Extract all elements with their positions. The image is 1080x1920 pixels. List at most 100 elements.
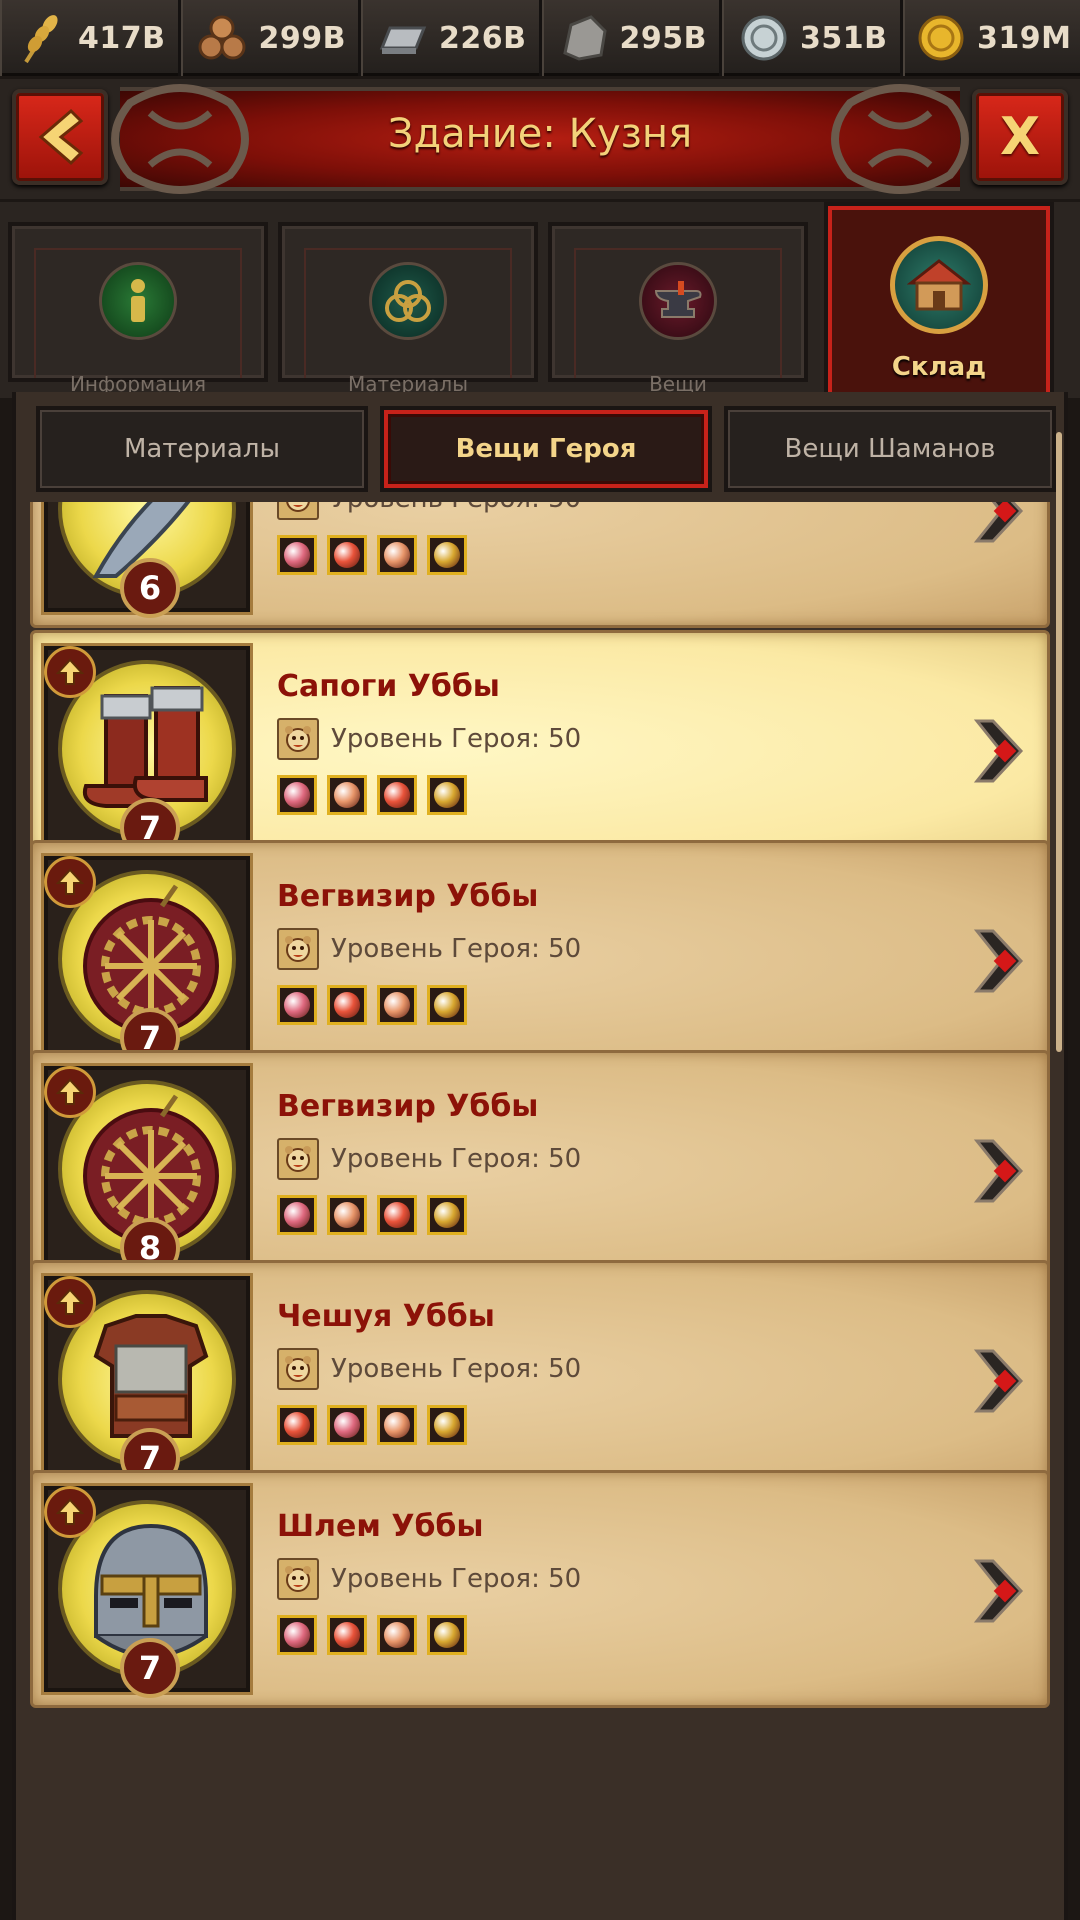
subtab-materials[interactable]: Материалы — [36, 406, 368, 492]
stone-icon — [556, 10, 612, 66]
resource-wood[interactable]: 299B — [180, 0, 361, 76]
hero-face-icon — [277, 1138, 319, 1180]
gem-icon — [334, 1622, 360, 1648]
gem-icon — [384, 1202, 410, 1228]
gem-slot — [377, 1195, 417, 1235]
resource-value: 417B — [78, 20, 166, 56]
subtab-label: Вещи Героя — [455, 434, 637, 464]
gem-icon — [334, 782, 360, 808]
gem-icon — [284, 782, 310, 808]
tab-label: Склад — [891, 352, 987, 382]
gem-icon — [284, 1622, 310, 1648]
requirement-text: Уровень Героя: 50 — [331, 502, 581, 514]
gem-icon — [284, 992, 310, 1018]
subtab-label: Вещи Шаманов — [784, 434, 996, 464]
chevron-right-icon[interactable] — [971, 1555, 1027, 1627]
gem-slot — [277, 775, 317, 815]
item-icon-frame[interactable]: 8 — [41, 1063, 253, 1278]
page-title: Здание: Кузня — [387, 111, 693, 157]
gem-slot — [427, 535, 467, 575]
gem-icon — [384, 992, 410, 1018]
item-icon-frame[interactable]: 7 — [41, 1483, 253, 1698]
resource-value: 319M — [977, 20, 1072, 56]
resource-wheat[interactable]: 417B — [0, 0, 181, 76]
tab-materials[interactable]: Материалы — [278, 222, 538, 396]
upgrade-arrow-icon — [44, 646, 96, 698]
gem-slots — [277, 1615, 467, 1655]
item-icon-frame[interactable]: 7 — [41, 1273, 253, 1488]
resource-gold[interactable]: 319M — [902, 0, 1080, 76]
item-icon-frame[interactable]: 6 — [41, 502, 253, 618]
tab-items[interactable]: Вещи — [548, 222, 808, 396]
gem-slot — [277, 1405, 317, 1445]
gem-icon — [284, 1412, 310, 1438]
requirement-text: Уровень Героя: 50 — [331, 934, 582, 964]
gem-icon — [334, 1412, 360, 1438]
scrollbar-thumb[interactable] — [1056, 432, 1062, 1052]
iron-ingot-icon — [375, 10, 431, 66]
subtab-shaman-items[interactable]: Вещи Шаманов — [724, 406, 1056, 492]
chevron-left-icon — [38, 108, 84, 166]
hero-level-requirement: Уровень Героя: 50 — [277, 927, 581, 971]
resource-stone[interactable]: 295B — [541, 0, 722, 76]
item-level-badge: 6 — [120, 558, 180, 618]
anvil-icon — [639, 262, 717, 340]
resource-silver[interactable]: 351B — [722, 0, 903, 76]
tab-warehouse[interactable]: Склад — [824, 202, 1054, 402]
hero-level-requirement: Уровень Героя: 50 — [277, 1557, 581, 1601]
triquetra-icon — [369, 262, 447, 340]
item-icon-frame[interactable]: 7 — [41, 643, 253, 858]
tab-info[interactable]: Информация — [8, 222, 268, 396]
item-row[interactable]: 6 Уровень Героя: 50 — [30, 502, 1050, 628]
gem-slot — [277, 985, 317, 1025]
gem-icon — [334, 992, 360, 1018]
resource-iron[interactable]: 226B — [361, 0, 542, 76]
gem-slot — [427, 1615, 467, 1655]
gem-slot — [377, 985, 417, 1025]
gem-icon — [384, 782, 410, 808]
item-row[interactable]: 7 Сапоги Уббы Уровень Героя: 50 — [30, 630, 1050, 868]
wheat-icon — [14, 10, 70, 66]
gem-icon — [434, 542, 460, 568]
info-icon — [99, 262, 177, 340]
item-name: Вегвизир Уббы — [277, 879, 539, 914]
item-row[interactable]: 7 Чешуя Уббы Уровень Героя: 50 — [30, 1260, 1050, 1498]
chevron-right-icon[interactable] — [971, 1345, 1027, 1417]
requirement-text: Уровень Героя: 50 — [331, 1144, 582, 1174]
hero-face-icon — [277, 928, 319, 970]
item-icon-frame[interactable]: 7 — [41, 853, 253, 1068]
gem-slot — [377, 1615, 417, 1655]
item-list[interactable]: 6 Уровень Героя: 50 7 Сапоги Уббы Уровен… — [30, 502, 1050, 1912]
chevron-right-icon[interactable] — [971, 925, 1027, 997]
resource-value: 351B — [800, 20, 888, 56]
gem-icon — [434, 1622, 460, 1648]
close-button[interactable]: X — [972, 89, 1068, 185]
chevron-right-icon[interactable] — [971, 502, 1027, 547]
gem-slot — [327, 1615, 367, 1655]
item-name: Чешуя Уббы — [277, 1299, 495, 1334]
item-row[interactable]: 7 Шлем Уббы Уровень Героя: 50 — [30, 1470, 1050, 1708]
hero-level-requirement: Уровень Героя: 50 — [277, 1137, 581, 1181]
item-row[interactable]: 7 Вегвизир Уббы Уровень Героя: 50 — [30, 840, 1050, 1078]
subtab-label: Материалы — [124, 434, 280, 464]
item-row[interactable]: 8 Вегвизир Уббы Уровень Героя: 50 — [30, 1050, 1050, 1288]
gem-slot — [427, 1405, 467, 1445]
gem-slot — [327, 985, 367, 1025]
gem-slot — [377, 775, 417, 815]
back-button[interactable] — [12, 89, 108, 185]
hero-level-requirement: Уровень Героя: 50 — [277, 502, 581, 521]
scrollbar[interactable] — [1056, 432, 1062, 1792]
chevron-right-icon[interactable] — [971, 715, 1027, 787]
hero-face-icon — [277, 1348, 319, 1390]
gem-icon — [434, 782, 460, 808]
gem-slot — [327, 535, 367, 575]
building-tabs: Информация Материалы Вещи Склад — [0, 202, 1080, 402]
warehouse-icon — [890, 236, 988, 334]
subtab-hero-items[interactable]: Вещи Героя — [380, 406, 712, 492]
gem-icon — [384, 542, 410, 568]
gem-slots — [277, 775, 467, 815]
gem-slot — [427, 985, 467, 1025]
chevron-right-icon[interactable] — [971, 1135, 1027, 1207]
item-name: Вегвизир Уббы — [277, 1089, 539, 1124]
gem-icon — [384, 1412, 410, 1438]
